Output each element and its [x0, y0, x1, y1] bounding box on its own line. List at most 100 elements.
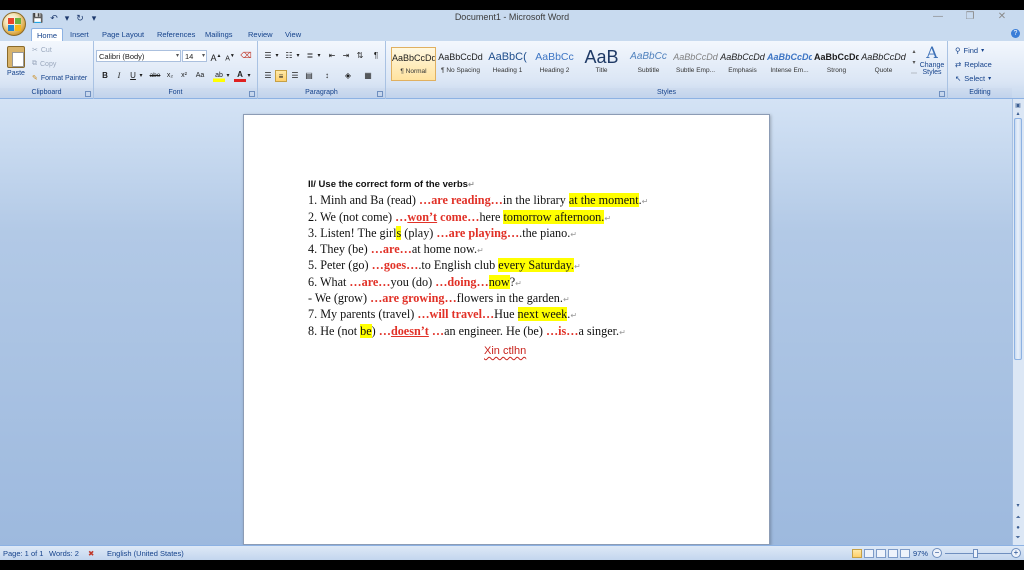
format-painter-button[interactable]: ✎ Format Painter [32, 74, 87, 83]
tab-mailings[interactable]: Mailings [200, 28, 238, 41]
styles-launcher-icon[interactable] [939, 91, 945, 97]
tab-references[interactable]: References [152, 28, 200, 41]
decrease-indent-icon[interactable]: ⇤ [326, 50, 338, 62]
style-sample: AaBbCcDd [767, 52, 812, 62]
cut-button[interactable]: ✂ Cut [32, 46, 52, 55]
scrollbar-thumb[interactable] [1014, 118, 1022, 360]
superscript-button[interactable]: x² [178, 70, 190, 82]
style-normal[interactable]: AaBbCcDd ¶ Normal [391, 47, 436, 81]
italic-button[interactable]: I [113, 70, 125, 82]
language-indicator[interactable]: English (United States) [107, 549, 184, 558]
replace-button[interactable]: ⇄ Replace [955, 60, 992, 69]
shrink-font-button[interactable]: A▼ [224, 50, 236, 62]
chevron-down-icon[interactable]: ▾ [316, 50, 322, 62]
zoom-slider-track[interactable] [945, 553, 1011, 554]
zoom-slider-thumb[interactable] [973, 549, 978, 558]
tab-view[interactable]: View [280, 28, 306, 41]
next-page-icon[interactable]: ⏷ [1014, 534, 1022, 542]
scroll-up-icon[interactable]: ▴ [1014, 110, 1022, 118]
ruler-toggle-icon[interactable]: ▣ [1014, 102, 1022, 110]
multilevel-list-icon[interactable]: ≣ [304, 50, 316, 62]
shading-icon[interactable]: ◈ [342, 70, 354, 82]
increase-indent-icon[interactable]: ⇥ [340, 50, 352, 62]
office-button[interactable] [2, 12, 26, 36]
previous-page-icon[interactable]: ⏶ [1014, 514, 1022, 522]
proofing-icon[interactable]: ✖ [88, 549, 94, 558]
binoculars-icon: ⚲ [955, 46, 961, 55]
copy-button[interactable]: ⧉ Copy [32, 60, 56, 68]
chevron-down-icon[interactable]: ▾ [246, 70, 252, 82]
zoom-in-button[interactable]: + [1011, 548, 1021, 558]
close-button[interactable]: ✕ [986, 11, 1018, 22]
web-layout-view-button[interactable] [876, 549, 886, 558]
line-text: an engineer. He (be) [444, 323, 546, 338]
word-count[interactable]: Words: 2 [49, 549, 79, 558]
help-icon[interactable]: ? [1011, 29, 1020, 38]
borders-icon[interactable]: ▦ [362, 70, 374, 82]
chevron-down-icon[interactable]: ▾ [138, 70, 144, 82]
sort-icon[interactable]: ⇅ [354, 50, 366, 62]
paragraph-launcher-icon[interactable] [377, 91, 383, 97]
style-sample: AaB [584, 47, 619, 67]
find-button[interactable]: ⚲ Find ▾ [955, 46, 984, 55]
chevron-down-icon[interactable]: ▾ [295, 50, 301, 62]
style-intense-emphasis[interactable]: AaBbCcDd Intense Em... [767, 47, 812, 81]
paste-button[interactable]: Paste [4, 46, 28, 77]
style-heading-2[interactable]: AaBbCc Heading 2 [532, 47, 577, 81]
style-heading-1[interactable]: AaBbC( Heading 1 [485, 47, 530, 81]
justify-icon[interactable]: ▤ [303, 70, 315, 82]
style-strong[interactable]: AaBbCcDd Strong [814, 47, 859, 81]
more-icon[interactable]: ⋯ [910, 69, 918, 80]
strikethrough-button[interactable]: abe [148, 70, 162, 82]
chevron-down-icon[interactable]: ▾ [910, 58, 918, 69]
font-launcher-icon[interactable] [249, 91, 255, 97]
font-color-button[interactable]: A [234, 70, 246, 82]
outline-view-button[interactable] [888, 549, 898, 558]
change-case-button[interactable]: Aa [193, 70, 207, 82]
zoom-level[interactable]: 97% [913, 549, 928, 558]
scroll-down-icon[interactable]: ▾ [1014, 502, 1022, 510]
align-left-icon[interactable]: ☰ [262, 70, 274, 82]
font-size-combobox[interactable]: 14 ▾ [182, 50, 207, 62]
restore-button[interactable]: ❐ [954, 11, 986, 22]
highlight-button[interactable]: ab [213, 70, 225, 82]
chevron-down-icon[interactable]: ▾ [225, 70, 231, 82]
browse-object-icon[interactable]: ● [1014, 524, 1022, 532]
tab-page-layout[interactable]: Page Layout [97, 28, 149, 41]
style-no-spacing[interactable]: AaBbCcDd ¶ No Spacing [438, 47, 483, 81]
grow-font-button[interactable]: A▲ [210, 50, 222, 63]
styles-gallery-scroll[interactable]: ▴ ▾ ⋯ [910, 47, 918, 81]
line-spacing-icon[interactable]: ↕ [321, 70, 333, 82]
select-button[interactable]: ↖ Select ▾ [955, 74, 991, 83]
change-styles-button[interactable]: A Change Styles [918, 44, 946, 77]
align-center-icon[interactable]: ≡ [275, 70, 287, 82]
pilcrow-icon[interactable]: ¶ [370, 50, 382, 62]
style-subtle-emphasis[interactable]: AaBbCcDd Subtle Emp... [673, 47, 718, 81]
chevron-up-icon[interactable]: ▴ [910, 47, 918, 58]
style-quote[interactable]: AaBbCcDd Quote [861, 47, 906, 81]
tab-home[interactable]: Home [31, 28, 64, 41]
numbering-icon[interactable]: ☷ [283, 50, 295, 62]
print-layout-view-button[interactable] [852, 549, 862, 558]
clear-formatting-button[interactable]: ⌫ [240, 50, 252, 62]
bold-button[interactable]: B [99, 70, 111, 82]
font-name-combobox[interactable]: Calibri (Body) ▾ [96, 50, 181, 62]
clipboard-launcher-icon[interactable] [85, 91, 91, 97]
answer-text: …are… [370, 242, 412, 257]
full-screen-reading-view-button[interactable] [864, 549, 874, 558]
draft-view-button[interactable] [900, 549, 910, 558]
chevron-down-icon[interactable]: ▾ [274, 50, 280, 62]
subscript-button[interactable]: x₂ [164, 70, 176, 82]
zoom-out-button[interactable]: − [932, 548, 942, 558]
document-page[interactable]: II/ Use the correct form of the verbs↵ 1… [243, 114, 770, 545]
align-right-icon[interactable]: ☰ [289, 70, 301, 82]
minimize-button[interactable]: — [922, 11, 954, 22]
tab-insert[interactable]: Insert [65, 28, 94, 41]
style-subtitle[interactable]: AaBbCc Subtitle [626, 47, 671, 81]
document-body[interactable]: II/ Use the correct form of the verbs↵ 1… [308, 177, 708, 340]
bullets-icon[interactable]: ☰ [262, 50, 274, 62]
tab-review[interactable]: Review [243, 28, 278, 41]
style-title[interactable]: AaB Title [579, 47, 624, 81]
page-count[interactable]: Page: 1 of 1 [3, 549, 43, 558]
style-emphasis[interactable]: AaBbCcDd Emphasis [720, 47, 765, 81]
